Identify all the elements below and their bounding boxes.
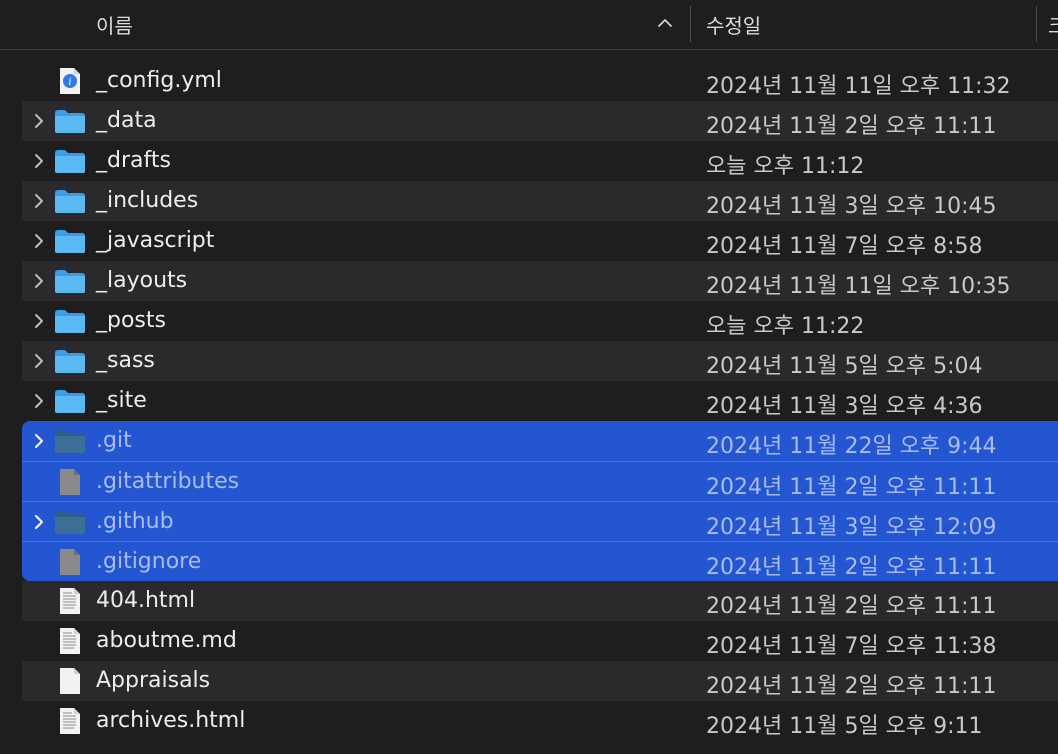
column-divider[interactable] — [1036, 6, 1037, 42]
disclosure-chevron-icon[interactable] — [32, 353, 46, 369]
document-icon — [54, 668, 86, 694]
date-column-header[interactable]: 수정일 — [706, 10, 761, 39]
modified-date: 2024년 11월 7일 오후 8:58 — [706, 234, 983, 259]
file-row[interactable]: _layouts 2024년 11월 11일 오후 10:35 — [22, 261, 1058, 301]
file-name: _includes — [96, 188, 199, 213]
folder-icon — [54, 108, 86, 134]
document-icon — [54, 628, 86, 654]
file-row[interactable]: _site 2024년 11월 3일 오후 4:36 — [22, 381, 1058, 421]
file-icon — [54, 549, 86, 575]
file-name: .gitattributes — [96, 469, 240, 494]
folder-icon — [54, 428, 86, 454]
file-name: _posts — [96, 308, 166, 333]
modified-date: 2024년 11월 3일 오후 10:45 — [706, 194, 997, 219]
file-name: _site — [96, 388, 147, 413]
disclosure-chevron-icon[interactable] — [32, 313, 46, 329]
modified-date: 2024년 11월 7일 오후 11:38 — [706, 634, 997, 659]
file-name: 404.html — [96, 588, 196, 613]
file-row[interactable]: aboutme.md 2024년 11월 7일 오후 11:38 — [22, 621, 1058, 661]
file-row[interactable]: .git 2024년 11월 22일 오후 9:44 — [22, 421, 1058, 461]
folder-icon — [54, 228, 86, 254]
modified-date: 2024년 11월 2일 오후 11:11 — [706, 674, 997, 699]
file-row[interactable]: 404.html 2024년 11월 2일 오후 11:11 — [22, 581, 1058, 621]
file-row[interactable]: .gitattributes 2024년 11월 2일 오후 11:11 — [22, 461, 1058, 501]
disclosure-chevron-icon[interactable] — [32, 233, 46, 249]
file-row[interactable]: archives.html 2024년 11월 5일 오후 9:11 — [22, 701, 1058, 741]
folder-icon — [54, 388, 86, 414]
file-name: .gitignore — [96, 549, 202, 574]
file-row[interactable]: _javascript 2024년 11월 7일 오후 8:58 — [22, 221, 1058, 261]
folder-icon — [54, 509, 86, 535]
disclosure-chevron-icon[interactable] — [32, 433, 46, 449]
file-row[interactable]: _posts 오늘 오후 11:22 — [22, 301, 1058, 341]
file-name: Appraisals — [96, 668, 211, 693]
modified-date: 2024년 11월 3일 오후 12:09 — [706, 515, 997, 540]
file-name: aboutme.md — [96, 628, 237, 653]
file-row[interactable]: _sass 2024년 11월 5일 오후 5:04 — [22, 341, 1058, 381]
file-row[interactable]: _data 2024년 11월 2일 오후 11:11 — [22, 101, 1058, 141]
file-row[interactable]: .gitignore 2024년 11월 2일 오후 11:11 — [22, 541, 1058, 581]
disclosure-chevron-icon[interactable] — [32, 273, 46, 289]
name-column-header[interactable]: 이름 — [96, 10, 133, 39]
file-name: _sass — [96, 348, 155, 373]
yaml-file-icon: i — [54, 68, 86, 94]
modified-date: 2024년 11월 2일 오후 11:11 — [706, 594, 997, 619]
modified-date: 2024년 11월 11일 오후 10:35 — [706, 274, 1011, 299]
folder-icon — [54, 268, 86, 294]
size-column-header[interactable]: 크 — [1048, 10, 1058, 39]
folder-icon — [54, 348, 86, 374]
file-icon — [54, 469, 86, 495]
modified-date: 2024년 11월 11일 오후 11:32 — [706, 74, 1011, 99]
file-row[interactable]: .github 2024년 11월 3일 오후 12:09 — [22, 501, 1058, 541]
modified-date: 2024년 11월 3일 오후 4:36 — [706, 394, 983, 419]
svg-text:i: i — [68, 77, 71, 88]
disclosure-chevron-icon[interactable] — [32, 393, 46, 409]
modified-date: 오늘 오후 11:22 — [706, 314, 865, 339]
file-name: _javascript — [96, 228, 215, 253]
folder-icon — [54, 188, 86, 214]
disclosure-chevron-icon[interactable] — [32, 514, 46, 530]
modified-date: 2024년 11월 2일 오후 11:11 — [706, 114, 997, 139]
disclosure-chevron-icon[interactable] — [32, 113, 46, 129]
file-name: _layouts — [96, 268, 188, 293]
disclosure-chevron-icon[interactable] — [32, 153, 46, 169]
document-icon — [54, 708, 86, 734]
document-icon — [54, 588, 86, 614]
column-header: 이름 수정일 크 — [0, 0, 1058, 50]
file-row[interactable]: _drafts 오늘 오후 11:12 — [22, 141, 1058, 181]
file-name: .github — [96, 509, 174, 534]
modified-date: 2024년 11월 2일 오후 11:11 — [706, 475, 997, 500]
folder-icon — [54, 148, 86, 174]
file-name: _drafts — [96, 148, 171, 173]
file-row[interactable]: Appraisals 2024년 11월 2일 오후 11:11 — [22, 661, 1058, 701]
modified-date: 2024년 11월 2일 오후 11:11 — [706, 555, 997, 580]
folder-icon — [54, 308, 86, 334]
sort-ascending-icon[interactable] — [656, 14, 674, 32]
modified-date: 2024년 11월 5일 오후 5:04 — [706, 354, 983, 379]
file-name: .git — [96, 428, 132, 453]
file-name: archives.html — [96, 708, 246, 733]
modified-date: 2024년 11월 22일 오후 9:44 — [706, 434, 997, 459]
file-row[interactable]: i _config.yml 2024년 11월 11일 오후 11:32 — [22, 61, 1058, 101]
modified-date: 오늘 오후 11:12 — [706, 154, 865, 179]
file-name: _data — [96, 108, 157, 133]
modified-date: 2024년 11월 5일 오후 9:11 — [706, 714, 983, 739]
column-divider[interactable] — [690, 6, 691, 42]
file-name: _config.yml — [96, 68, 222, 93]
disclosure-chevron-icon[interactable] — [32, 193, 46, 209]
file-row[interactable]: _includes 2024년 11월 3일 오후 10:45 — [22, 181, 1058, 221]
